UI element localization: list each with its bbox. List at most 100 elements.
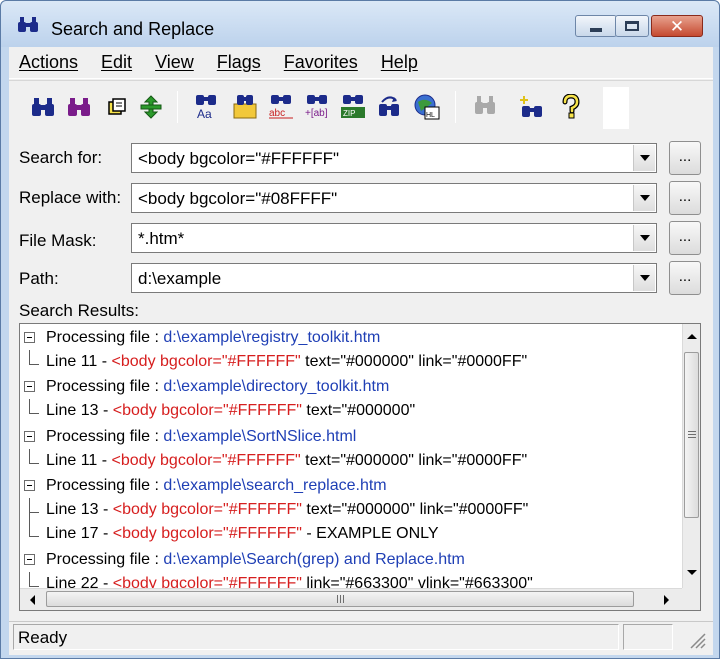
path-dropdown-button[interactable] (633, 265, 655, 291)
menu-view[interactable]: View (155, 52, 194, 73)
case-button[interactable]: Aa (193, 93, 221, 121)
client-area: Actions Edit View Flags Favorites Help A… (9, 47, 713, 655)
tree-connector (29, 586, 39, 587)
wildcard-search-icon (520, 96, 542, 117)
collapse-icon[interactable] (24, 554, 35, 565)
toolbar-separator (177, 91, 178, 123)
tree-connector (29, 350, 30, 365)
tree-connector (29, 536, 39, 537)
search-button[interactable] (29, 93, 57, 121)
horizontal-scrollbar[interactable] (20, 588, 684, 610)
undo-icon (379, 96, 399, 116)
scroll-up-icon[interactable] (687, 334, 697, 339)
toolbar-separator (455, 91, 456, 123)
minimize-button[interactable] (575, 15, 617, 37)
search-combo[interactable]: <body bgcolor="#FFFFFF" (131, 143, 657, 173)
scroll-left-icon[interactable] (30, 595, 35, 605)
replace-combo[interactable]: <body bgcolor="#08FFFF" (131, 183, 657, 213)
mask-input[interactable]: *.htm* (138, 229, 184, 249)
tree-connector (29, 413, 39, 414)
replace-icon (140, 95, 162, 119)
html-button[interactable]: HL (413, 93, 441, 121)
grip-line (688, 434, 696, 435)
undo-button[interactable] (375, 93, 403, 121)
search-browse-button[interactable]: ... (669, 141, 701, 175)
grip-line (340, 595, 341, 603)
zip-icon: ZIP (341, 95, 365, 118)
case-icon: Aa (196, 95, 216, 120)
tree-connector (29, 449, 30, 464)
menu-actions[interactable]: Actions (19, 52, 78, 73)
minimize-icon (590, 28, 602, 32)
folder-search-button[interactable] (231, 93, 259, 121)
mask-label: File Mask: (19, 231, 97, 250)
chevron-down-icon (639, 195, 650, 201)
search-all-button[interactable] (65, 93, 93, 121)
menu-favorites[interactable]: Favorites (284, 52, 358, 73)
open-icon (108, 98, 126, 115)
html-icon: HL (414, 94, 440, 120)
app-window: Search and Replace ✕ Actions Edit View F… (0, 0, 720, 659)
menu-edit[interactable]: Edit (101, 52, 132, 73)
zip-button[interactable]: ZIP (339, 93, 367, 121)
abc-button[interactable]: abc (267, 93, 295, 121)
collapse-icon[interactable] (24, 332, 35, 343)
path-input[interactable]: d:\example (138, 269, 221, 289)
menu-help[interactable]: Help (381, 52, 418, 73)
help-button[interactable] (557, 93, 585, 121)
help-icon (562, 94, 580, 119)
replace-button[interactable] (137, 93, 165, 121)
svg-text:+[ab]: +[ab] (305, 108, 328, 119)
svg-text:abc: abc (269, 108, 285, 119)
wildcard-search-button[interactable] (517, 93, 545, 121)
path-browse-button[interactable]: ... (669, 261, 701, 295)
tree-connector (29, 498, 30, 522)
path-label: Path: (19, 269, 59, 288)
results-tree[interactable]: Processing file : d:\example\registry_to… (19, 323, 701, 611)
maximize-button[interactable] (615, 15, 649, 37)
tree-connector (29, 364, 39, 365)
chevron-down-icon (639, 155, 650, 161)
search-dropdown-button[interactable] (633, 145, 655, 171)
title-bar[interactable]: Search and Replace ✕ (1, 1, 719, 47)
resize-grip-icon[interactable] (685, 628, 707, 650)
tree-connector (29, 512, 39, 513)
collapse-icon[interactable] (24, 381, 35, 392)
vertical-scrollbar[interactable] (682, 324, 700, 588)
close-button[interactable]: ✕ (651, 15, 703, 37)
svg-text:Aa: Aa (197, 107, 212, 120)
mask-combo[interactable]: *.htm* (131, 223, 657, 253)
toolbar: Aa abc +[ab] ZIP HL (9, 80, 713, 136)
toolbar-blank-area (603, 87, 629, 129)
path-combo[interactable]: d:\example (131, 263, 657, 293)
replace-label: Replace with: (19, 188, 122, 207)
ab-button[interactable]: +[ab] (303, 93, 331, 121)
open-button[interactable] (103, 93, 131, 121)
collapse-icon[interactable] (24, 480, 35, 491)
grip-line (688, 431, 696, 432)
abc-icon: abc (269, 95, 293, 119)
replace-input[interactable]: <body bgcolor="#08FFFF" (138, 189, 337, 209)
grip-line (343, 595, 344, 603)
tree-connector (29, 399, 30, 414)
menu-flags[interactable]: Flags (217, 52, 261, 73)
vertical-scroll-thumb[interactable] (684, 352, 699, 518)
horizontal-scroll-thumb[interactable] (46, 591, 634, 607)
tree-connector (29, 572, 30, 587)
search-all-icon (68, 98, 90, 116)
results-label: Search Results: (19, 301, 139, 320)
search-icon (32, 98, 54, 116)
mask-dropdown-button[interactable] (633, 225, 655, 251)
replace-dropdown-button[interactable] (633, 185, 655, 211)
search-input[interactable]: <body bgcolor="#FFFFFF" (138, 149, 339, 169)
scroll-right-icon[interactable] (664, 595, 669, 605)
collapse-icon[interactable] (24, 431, 35, 442)
replace-browse-button[interactable]: ... (669, 181, 701, 215)
disabled-search-button[interactable] (471, 93, 499, 121)
grip-line (688, 437, 696, 438)
svg-text:HL: HL (426, 112, 435, 119)
scroll-down-icon[interactable] (687, 570, 697, 575)
mask-browse-button[interactable]: ... (669, 221, 701, 255)
ab-icon: +[ab] (305, 95, 328, 119)
tree-connector (29, 463, 39, 464)
